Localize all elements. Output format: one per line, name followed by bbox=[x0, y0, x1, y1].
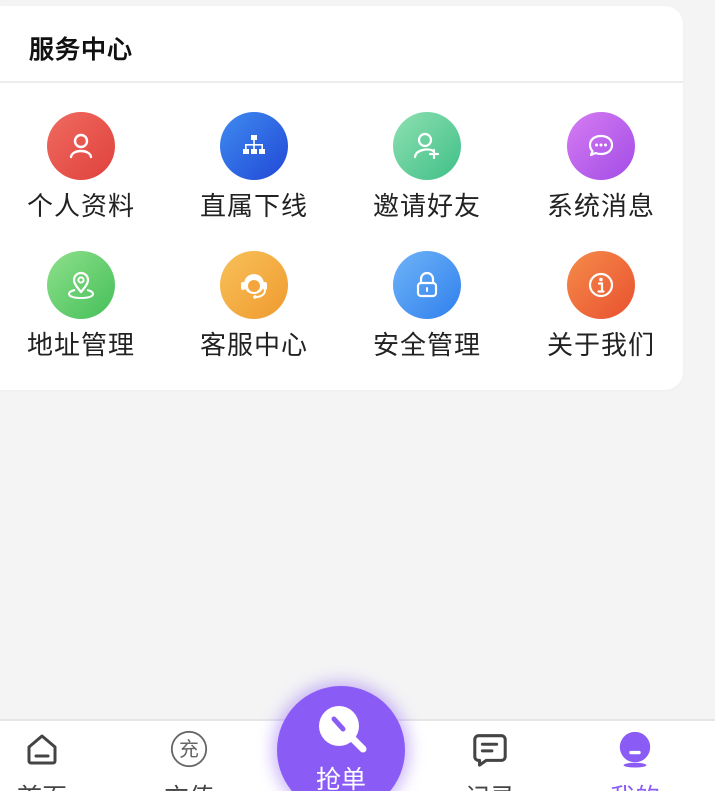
service-item-label: 系统消息 bbox=[546, 192, 655, 222]
tab-label: 充值 bbox=[129, 778, 249, 791]
record-icon bbox=[471, 730, 509, 768]
service-item-about-us[interactable]: 关于我们 bbox=[526, 251, 676, 371]
service-item-label: 客服中心 bbox=[199, 331, 308, 361]
grab-order-icon bbox=[319, 706, 367, 753]
card-divider bbox=[0, 81, 683, 83]
service-item-address-management[interactable]: 地址管理 bbox=[6, 251, 156, 371]
service-center-card: 服务中心 个人资料 直属下线 邀请好友 系统消息 地址管理 客服中心 安全管理 … bbox=[0, 6, 683, 390]
service-item-label: 直属下线 bbox=[199, 192, 308, 222]
grab-order-label: 抢单 bbox=[315, 765, 366, 791]
page: 服务中心 个人资料 直属下线 邀请好友 系统消息 地址管理 客服中心 安全管理 … bbox=[0, 0, 715, 791]
service-item-system-messages[interactable]: 系统消息 bbox=[526, 112, 676, 232]
service-item-security-management[interactable]: 安全管理 bbox=[352, 251, 502, 371]
chat-bubble-icon bbox=[567, 112, 635, 180]
info-icon bbox=[567, 251, 635, 319]
tab-home[interactable]: 首页 bbox=[0, 721, 102, 791]
headset-icon bbox=[220, 251, 288, 319]
location-pin-icon bbox=[47, 251, 115, 319]
tab-label: 首页 bbox=[0, 778, 102, 791]
org-chart-icon bbox=[220, 112, 288, 180]
service-item-invite-friends[interactable]: 邀请好友 bbox=[352, 112, 502, 232]
service-item-personal-info[interactable]: 个人资料 bbox=[6, 112, 156, 232]
grab-order-button[interactable]: 抢单 bbox=[277, 686, 405, 791]
tab-profile[interactable]: 我的 bbox=[575, 721, 695, 791]
card-title: 服务中心 bbox=[29, 35, 134, 64]
service-item-direct-downline[interactable]: 直属下线 bbox=[179, 112, 329, 232]
service-item-label: 地址管理 bbox=[26, 331, 135, 361]
service-item-label: 关于我们 bbox=[546, 331, 655, 361]
person-icon bbox=[47, 112, 115, 180]
svg-text:充: 充 bbox=[179, 738, 199, 761]
home-icon bbox=[23, 730, 61, 768]
service-item-label: 个人资料 bbox=[26, 192, 135, 222]
tab-label: 记录 bbox=[430, 778, 550, 791]
tab-label: 我的 bbox=[575, 778, 695, 791]
tab-recharge[interactable]: 充 充值 bbox=[129, 721, 249, 791]
lock-icon bbox=[393, 251, 461, 319]
recharge-icon: 充 bbox=[170, 730, 208, 768]
profile-icon bbox=[616, 730, 654, 768]
tab-record[interactable]: 记录 bbox=[430, 721, 550, 791]
service-item-customer-service[interactable]: 客服中心 bbox=[179, 251, 329, 371]
service-item-label: 邀请好友 bbox=[372, 192, 481, 222]
service-item-label: 安全管理 bbox=[372, 331, 481, 361]
add-friend-icon bbox=[393, 112, 461, 180]
